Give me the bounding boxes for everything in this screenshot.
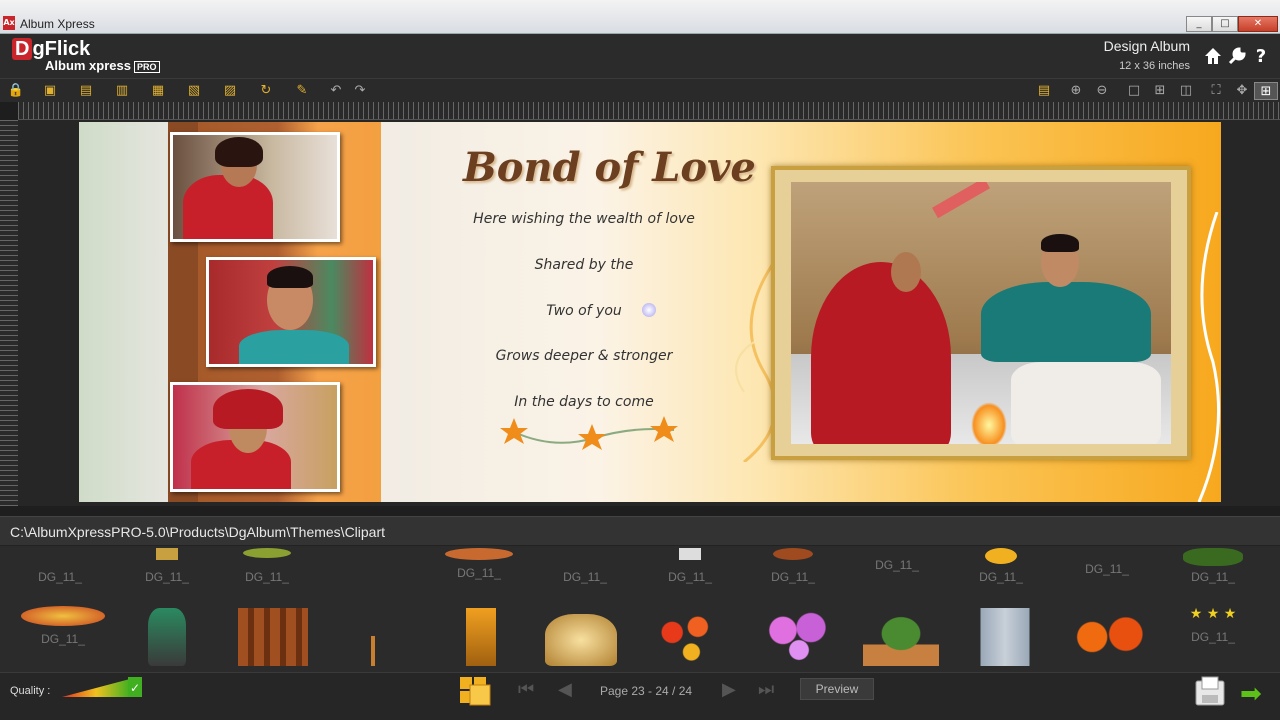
clipart-thumb[interactable]: DG_11_ xyxy=(956,548,1046,608)
clipart-thumb[interactable]: DG_11_ xyxy=(748,548,838,608)
first-page-button[interactable]: ⏮ xyxy=(518,679,534,700)
toolbar: 🔒 ▣ ▤ ▥ ▦ ▧ ▨ ↻ ✎ ↶ ↷ ▤ ⊕ ⊖ □ ⊞ ◫ ⛶ ✥ ⊞ xyxy=(0,78,1280,102)
clipart-thumb[interactable]: DG_11_ xyxy=(15,548,105,608)
vertical-ruler xyxy=(0,120,18,506)
clipart-path-bar: C:\AlbumXpressPRO-5.0\Products\DgAlbum\T… xyxy=(0,516,1280,546)
clipart-thumb-candle[interactable] xyxy=(328,606,418,666)
home-icon[interactable] xyxy=(1202,46,1224,71)
align-left-icon[interactable]: ▥ xyxy=(108,82,136,100)
clipart-thumb-ganesha[interactable] xyxy=(536,606,626,666)
poem-line-5[interactable]: In the days to come xyxy=(454,394,714,410)
last-page-button[interactable]: ⏭ xyxy=(758,679,774,700)
clipart-thumb-diya-stand[interactable] xyxy=(436,606,526,666)
window-title: Album Xpress xyxy=(20,17,95,31)
photo-frame-bride-2[interactable] xyxy=(170,382,340,492)
clipart-thumb[interactable]: DG_11_ xyxy=(645,548,735,608)
clipart-thumb-flower-pot[interactable] xyxy=(856,606,946,666)
pan-icon[interactable]: ✥ xyxy=(1228,82,1256,100)
product-name: Album xpress PRO xyxy=(45,58,160,73)
prev-page-button[interactable]: ◀ xyxy=(558,679,572,700)
grid-icon[interactable]: ⊞ xyxy=(1146,82,1174,100)
redo-icon[interactable]: ↷ xyxy=(346,82,374,100)
clipart-thumb[interactable]: DG_11_ xyxy=(1168,548,1258,608)
clipart-thumb[interactable]: DG_11_ xyxy=(852,548,942,608)
mode-title: Design Album xyxy=(1103,38,1190,54)
help-icon[interactable]: ? xyxy=(1250,46,1272,67)
album-size: 12 x 36 inches xyxy=(1119,60,1190,72)
send-backward-icon[interactable]: ▤ xyxy=(72,82,100,100)
poem-line-4[interactable]: Grows deeper & stronger xyxy=(454,348,714,364)
align-icon[interactable]: ▤ xyxy=(1030,82,1058,100)
lock-icon[interactable]: 🔒 xyxy=(2,82,30,100)
clipart-thumb-stars[interactable]: ★ ★ ★ DG_11_ xyxy=(1168,606,1258,666)
window-titlebar: Ax Album Xpress _ □ ✕ xyxy=(0,0,1280,34)
clipart-thumb-idol-frame[interactable] xyxy=(960,606,1050,666)
fullscreen-icon[interactable]: ⊞ xyxy=(1254,82,1278,100)
clipart-thumb[interactable]: DG_11_ xyxy=(222,548,312,608)
app-icon: Ax xyxy=(3,16,15,30)
minimize-button[interactable]: _ xyxy=(1186,16,1212,32)
star-icon: ★ ★ ★ xyxy=(1189,606,1237,622)
clipart-thumb-orange-flowers[interactable] xyxy=(1064,606,1154,666)
svg-text:✓: ✓ xyxy=(130,681,140,695)
horizontal-ruler xyxy=(18,102,1280,120)
design-canvas[interactable]: Bond of Love Here wishing the wealth of … xyxy=(18,120,1280,631)
footer-bar: Quality : ✓ ⏮ ◀ Page 23 - 24 / 24 ▶ ⏭ Pr… xyxy=(0,672,1280,720)
layout-split-icon[interactable]: ◫ xyxy=(1172,82,1200,100)
quality-label: Quality : xyxy=(10,685,51,697)
app-header: DgFlick Album xpress PRO Design Album 12 … xyxy=(0,34,1280,78)
clipart-thumb-temple-lamps[interactable] xyxy=(228,606,318,666)
clipart-thumb-red-flowers[interactable] xyxy=(640,606,730,666)
fit-icon[interactable]: ⛶ xyxy=(1202,82,1230,100)
album-spread[interactable]: Bond of Love Here wishing the wealth of … xyxy=(79,122,1221,502)
poem-line-2[interactable]: Shared by the xyxy=(454,257,714,273)
photo-frame-groom[interactable] xyxy=(206,257,376,367)
clipart-thumb[interactable]: DG_11_ xyxy=(122,548,212,608)
clipart-thumb[interactable]: DG_11_ xyxy=(540,548,630,608)
layout-single-icon[interactable]: □ xyxy=(1120,82,1148,100)
zoom-in-icon[interactable]: ⊕ xyxy=(1062,82,1090,100)
distribute-icon[interactable]: ▧ xyxy=(180,82,208,100)
page-indicator: Page 23 - 24 / 24 xyxy=(600,684,693,698)
gallery-view-icon[interactable] xyxy=(458,675,494,707)
clipart-thumb[interactable]: DG_11_ xyxy=(434,548,524,608)
bring-forward-icon[interactable]: ▣ xyxy=(36,82,64,100)
sparkle-clipart[interactable] xyxy=(642,303,656,317)
swirl-right-clipart xyxy=(1197,212,1221,502)
clipart-path: C:\AlbumXpressPRO-5.0\Products\DgAlbum\T… xyxy=(10,524,386,540)
save-icon[interactable] xyxy=(1194,675,1226,709)
clipart-thumb-deity[interactable] xyxy=(122,606,212,666)
poem-line-3[interactable]: Two of you xyxy=(454,303,714,319)
next-page-button[interactable]: ▶ xyxy=(722,679,736,700)
magic-wand-icon[interactable]: ✎ xyxy=(288,82,316,100)
poem-line-1[interactable]: Here wishing the wealth of love xyxy=(454,211,714,227)
spread-title[interactable]: Bond of Love xyxy=(463,144,756,191)
flower-vine-clipart[interactable] xyxy=(494,412,694,456)
preview-button[interactable]: Preview xyxy=(800,678,874,700)
clipart-thumb[interactable]: DG_11_ xyxy=(1062,548,1152,608)
rotate-icon[interactable]: ↻ xyxy=(252,82,280,100)
close-button[interactable]: ✕ xyxy=(1238,16,1278,32)
group-icon[interactable]: ▨ xyxy=(216,82,244,100)
align-bottom-icon[interactable]: ▦ xyxy=(144,82,172,100)
wrench-icon[interactable] xyxy=(1226,46,1248,71)
quality-meter: ✓ xyxy=(62,677,142,697)
zoom-out-icon[interactable]: ⊖ xyxy=(1088,82,1116,100)
photo-frame-bride-1[interactable] xyxy=(170,132,340,242)
couple-photo xyxy=(791,182,1171,444)
clipart-gallery[interactable]: DG_11_ DG_11_ DG_11_ DG_11_ DG_11_ DG_11… xyxy=(0,546,1280,672)
maximize-button[interactable]: □ xyxy=(1212,16,1238,32)
clipart-thumb-orchids[interactable] xyxy=(754,606,844,666)
photo-frame-couple[interactable] xyxy=(771,166,1191,460)
next-step-arrow-icon[interactable]: ➡ xyxy=(1240,679,1262,709)
clipart-thumb-rangoli[interactable]: DG_11_ xyxy=(18,606,108,666)
